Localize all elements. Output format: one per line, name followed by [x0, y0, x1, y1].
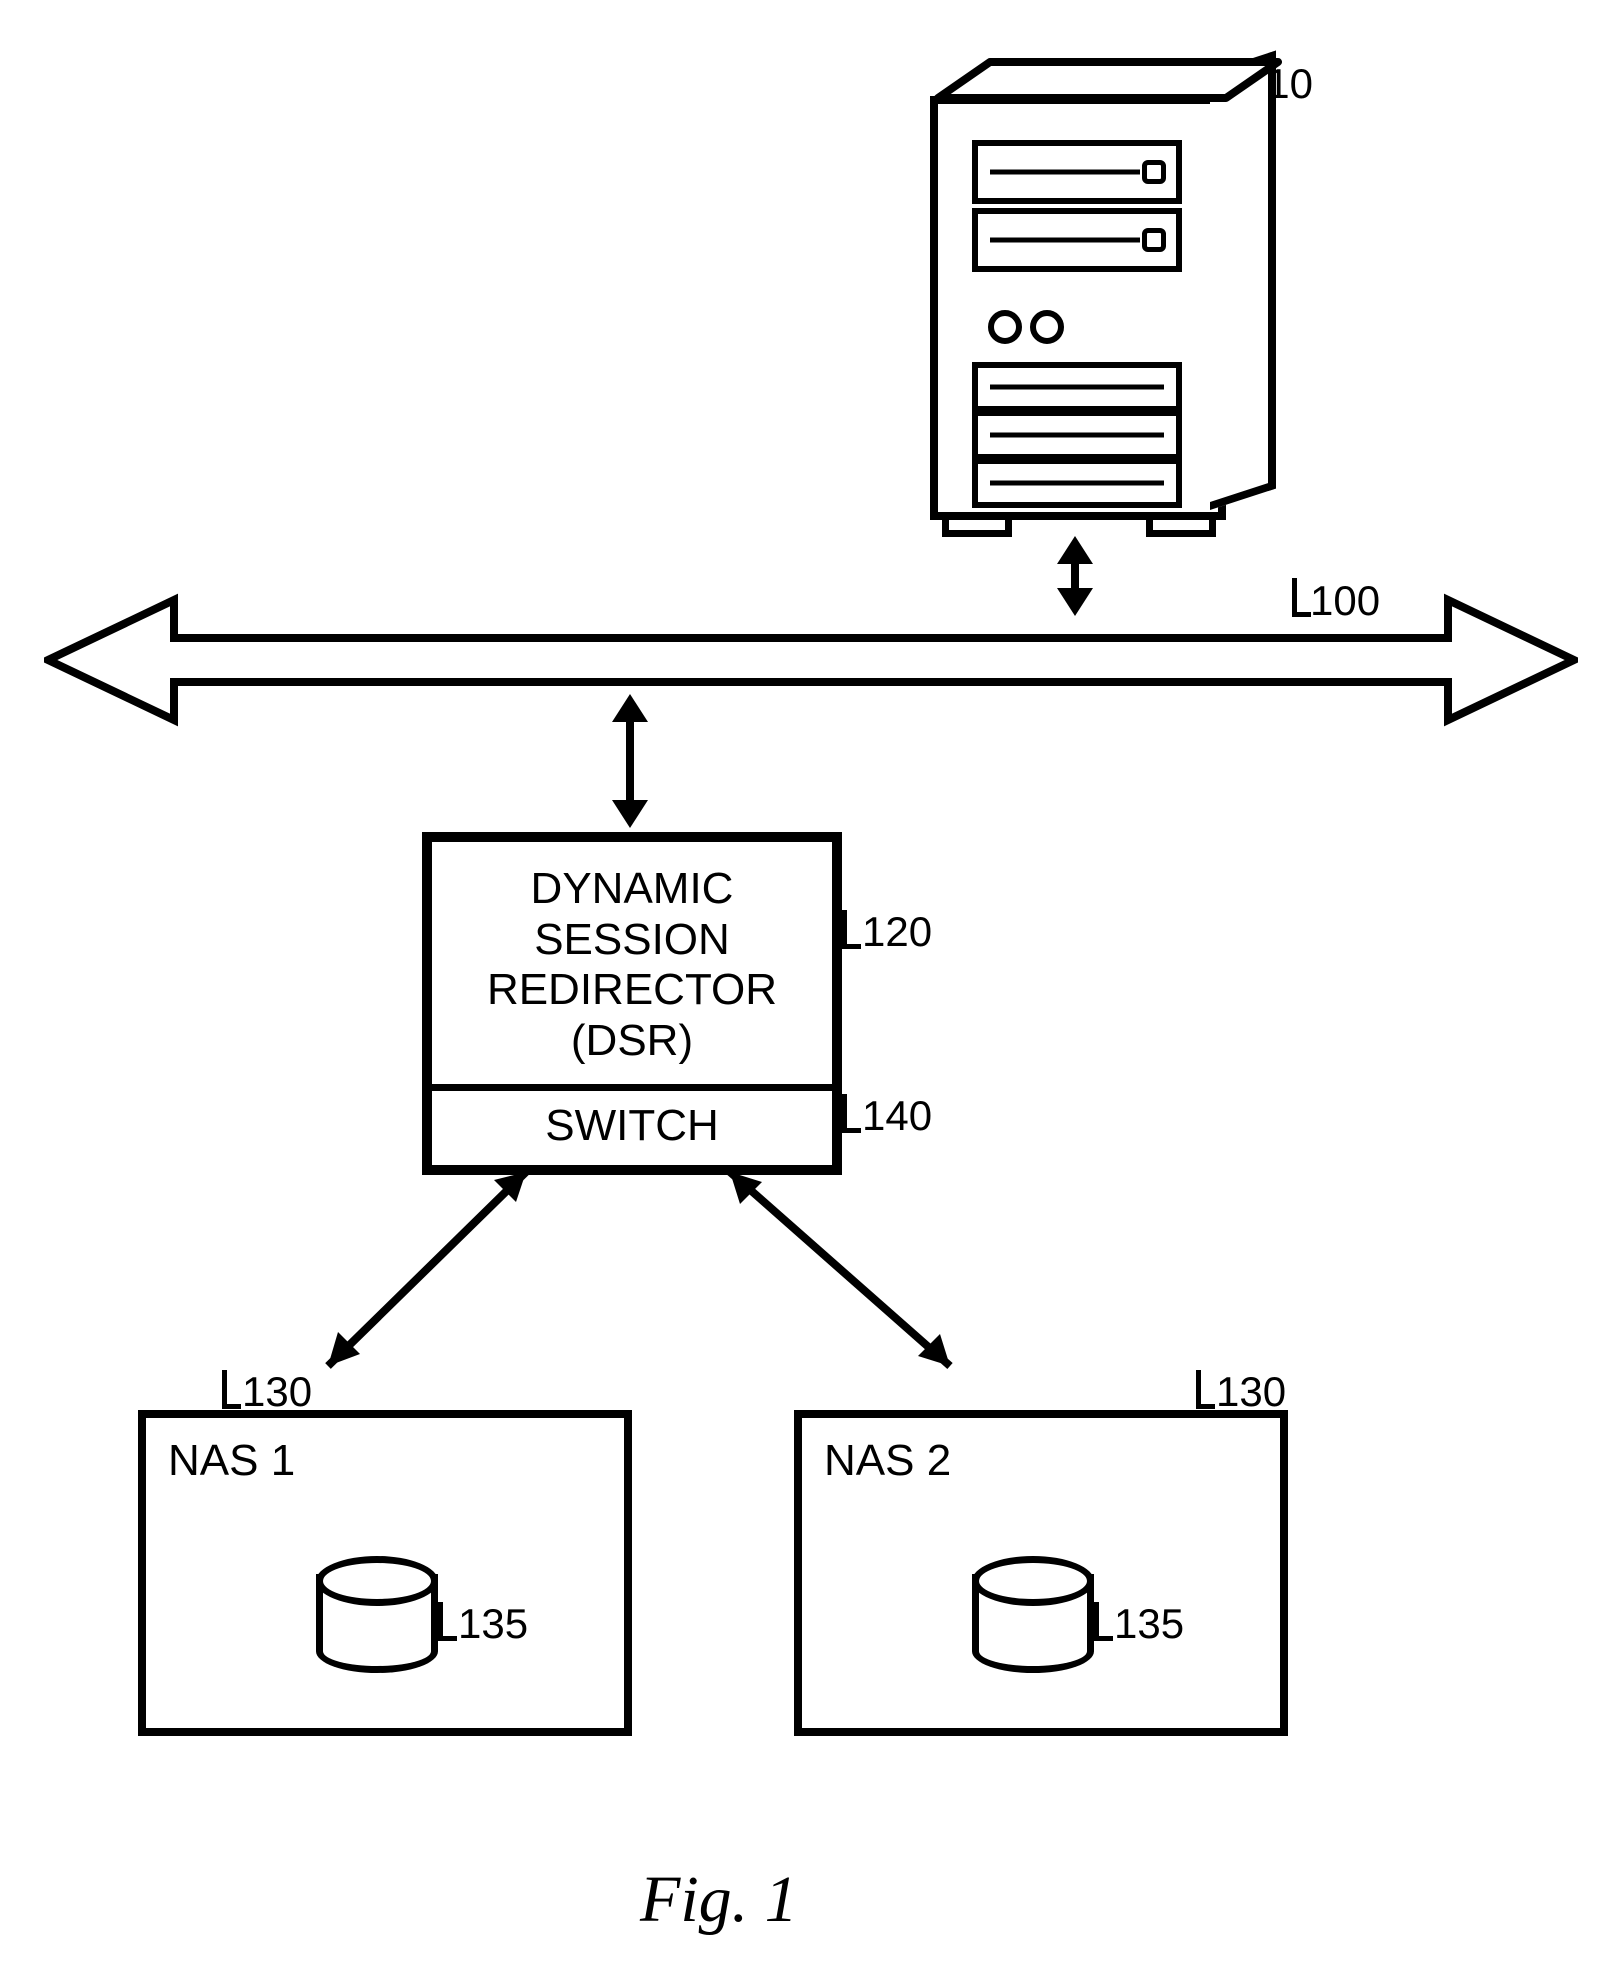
- server-bay-1: [972, 362, 1182, 412]
- nas-2-box: NAS 2 135: [794, 1410, 1288, 1736]
- server-foot-right: [1146, 512, 1216, 537]
- server-drive-1: [972, 140, 1182, 204]
- ref-label-disk-right: 135: [1114, 1600, 1184, 1648]
- ref-tick-dsr: [842, 910, 861, 949]
- ref-tick-disk-left: [438, 1602, 457, 1641]
- dsr-line4: (DSR): [571, 1016, 693, 1065]
- dsr-line1: DYNAMIC: [531, 864, 734, 913]
- ref-tick-nas-right: [1196, 1370, 1215, 1409]
- nas-1-disk-icon: [316, 1574, 438, 1673]
- nas-1-box: NAS 1 135: [138, 1410, 632, 1736]
- ref-label-switch: 140: [862, 1092, 932, 1140]
- server-drive-2: [972, 208, 1182, 272]
- server-bay-2: [972, 410, 1182, 460]
- ref-label-bus: 100: [1310, 577, 1380, 625]
- ref-label-nas-right: 130: [1216, 1368, 1286, 1416]
- switch-label: SWITCH: [545, 1101, 719, 1150]
- server-button-1: [988, 310, 1022, 344]
- server-bay-3: [972, 458, 1182, 508]
- dsr-line3: REDIRECTOR: [487, 965, 777, 1014]
- ref-tick-disk-right: [1094, 1602, 1113, 1641]
- dsr-box: DYNAMIC SESSION REDIRECTOR (DSR) SWITCH: [422, 832, 842, 1175]
- nas-2-disk-icon: [972, 1574, 1094, 1673]
- dsr-main: DYNAMIC SESSION REDIRECTOR (DSR): [432, 842, 832, 1091]
- nas-1-label: NAS 1: [168, 1436, 295, 1486]
- server-foot-left: [942, 512, 1012, 537]
- nas-2-label: NAS 2: [824, 1436, 951, 1486]
- figure-caption: Fig. 1: [640, 1862, 798, 1938]
- diagram-canvas: 110 100: [0, 0, 1619, 1986]
- ref-tick-switch: [842, 1094, 861, 1133]
- arrow-switch-nas: [250, 1150, 1030, 1410]
- ref-label-dsr: 120: [862, 908, 932, 956]
- server-button-2: [1030, 310, 1064, 344]
- dsr-line2: SESSION: [534, 915, 730, 964]
- ref-label-disk-left: 135: [458, 1600, 528, 1648]
- ref-label-nas-left: 130: [242, 1368, 312, 1416]
- ref-tick-bus: [1292, 578, 1311, 617]
- ref-tick-nas-left: [222, 1370, 241, 1409]
- server-front: [930, 96, 1226, 520]
- server-side: [1210, 51, 1276, 510]
